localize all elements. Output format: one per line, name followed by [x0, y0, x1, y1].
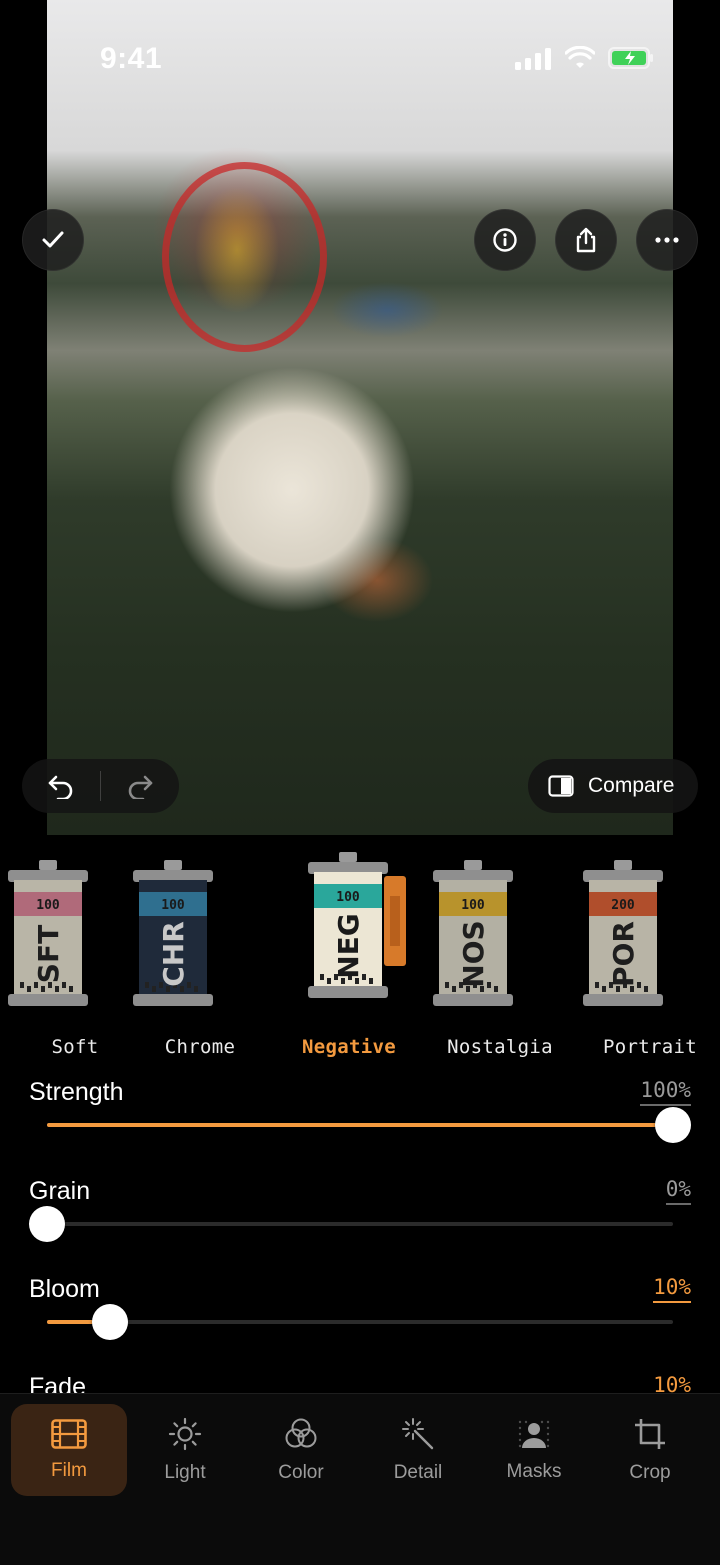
tab-film[interactable]: Film	[11, 1404, 127, 1496]
more-options-button[interactable]	[636, 209, 698, 271]
film-iso-label: 100	[161, 898, 185, 913]
film-iso-label: 100	[36, 898, 60, 913]
tool-tab-bar: Film Light Color Detail Masks Crop	[0, 1393, 720, 1565]
tab-label: Masks	[506, 1460, 562, 1482]
film-iso-label: 200	[611, 898, 635, 913]
slider-grain: Grain 0%	[0, 1177, 720, 1275]
mask-person-icon	[516, 1418, 552, 1455]
slider-value[interactable]: 10%	[653, 1275, 691, 1303]
battery-charging-icon	[608, 47, 653, 69]
checkmark-icon	[42, 231, 64, 248]
film-canister-icon: 100 CHR	[133, 860, 213, 1006]
film-code-label: POR	[607, 921, 640, 987]
wifi-icon	[565, 46, 595, 68]
film-canister-icon: 200 POR	[583, 860, 663, 1006]
film-code-label: CHR	[157, 921, 190, 987]
status-bar: 9:41	[0, 0, 720, 110]
ellipsis-icon	[655, 237, 679, 243]
tab-detail[interactable]: Detail	[360, 1404, 476, 1496]
film-iso-label: 100	[336, 890, 360, 905]
slider-thumb[interactable]	[29, 1206, 65, 1242]
redo-button[interactable]	[101, 759, 179, 813]
slider-strength: Strength 100%	[0, 1078, 720, 1176]
redo-icon	[128, 775, 153, 799]
slider-thumb[interactable]	[655, 1107, 691, 1143]
film-nostalgia[interactable]: 100 NOS Nostalgia	[425, 850, 575, 1065]
film-code-label: SFT	[32, 925, 65, 983]
film-name-label: Portrait	[603, 1036, 697, 1058]
slider-fill	[47, 1123, 673, 1127]
film-name-label: Nostalgia	[447, 1036, 553, 1058]
slider-label: Grain	[29, 1177, 91, 1205]
info-button[interactable]	[474, 209, 536, 271]
slider-track[interactable]	[47, 1107, 691, 1143]
slider-value[interactable]: 100%	[640, 1078, 691, 1106]
sparkle-wand-icon	[401, 1417, 435, 1456]
tab-label: Light	[164, 1461, 206, 1483]
film-code-label: NOS	[457, 920, 490, 987]
film-picker: 100 SFT Soft 100 CHR Chrome 100 NEG Negative 100 N…	[0, 850, 720, 1065]
photo-ferris-wheel	[162, 162, 327, 352]
film-name-label: Negative	[302, 1036, 396, 1058]
slider-track[interactable]	[47, 1304, 673, 1340]
tab-light[interactable]: Light	[127, 1404, 243, 1496]
tab-crop[interactable]: Crop	[592, 1404, 708, 1496]
color-circles-icon	[284, 1417, 318, 1456]
film-canister-icon: 100 NOS	[433, 860, 513, 1006]
edited-photo	[47, 0, 673, 835]
film-canister-icon: 100 NEG	[308, 852, 406, 998]
film-iso-label: 100	[461, 898, 485, 913]
tab-label: Detail	[393, 1461, 443, 1483]
tab-label: Crop	[629, 1461, 671, 1483]
compare-button[interactable]: Compare	[528, 759, 698, 813]
film-name-label: Chrome	[164, 1036, 236, 1058]
film-chrome[interactable]: 100 CHR Chrome	[125, 850, 275, 1065]
status-time: 9:41	[100, 42, 163, 75]
undo-icon	[48, 775, 73, 799]
tab-label: Film	[51, 1459, 87, 1481]
slider-thumb[interactable]	[91, 1304, 128, 1340]
sun-icon	[168, 1417, 202, 1456]
crop-icon	[633, 1417, 667, 1456]
tab-label: Color	[278, 1461, 324, 1483]
slider-label: Bloom	[29, 1275, 100, 1303]
compare-label: Compare	[588, 774, 675, 797]
slider-label: Strength	[29, 1078, 124, 1106]
film-negative[interactable]: 100 NEG Negative	[274, 850, 424, 1065]
slider-track[interactable]	[29, 1206, 673, 1242]
done-button[interactable]	[22, 209, 84, 271]
tab-masks[interactable]: Masks	[476, 1404, 592, 1496]
compare-split-icon	[548, 775, 574, 797]
cellular-signal-icon	[515, 48, 551, 70]
tab-color[interactable]: Color	[243, 1404, 359, 1496]
film-code-label: NEG	[332, 913, 365, 979]
undo-button[interactable]	[22, 759, 100, 813]
info-icon	[493, 228, 517, 252]
share-icon	[576, 227, 596, 253]
slider-bloom: Bloom 10%	[0, 1275, 720, 1373]
film-portrait[interactable]: 200 POR Portrait	[575, 850, 720, 1065]
film-icon	[51, 1418, 87, 1454]
undo-redo-group	[22, 759, 179, 813]
slider-value[interactable]: 0%	[665, 1177, 691, 1205]
share-button[interactable]	[555, 209, 617, 271]
